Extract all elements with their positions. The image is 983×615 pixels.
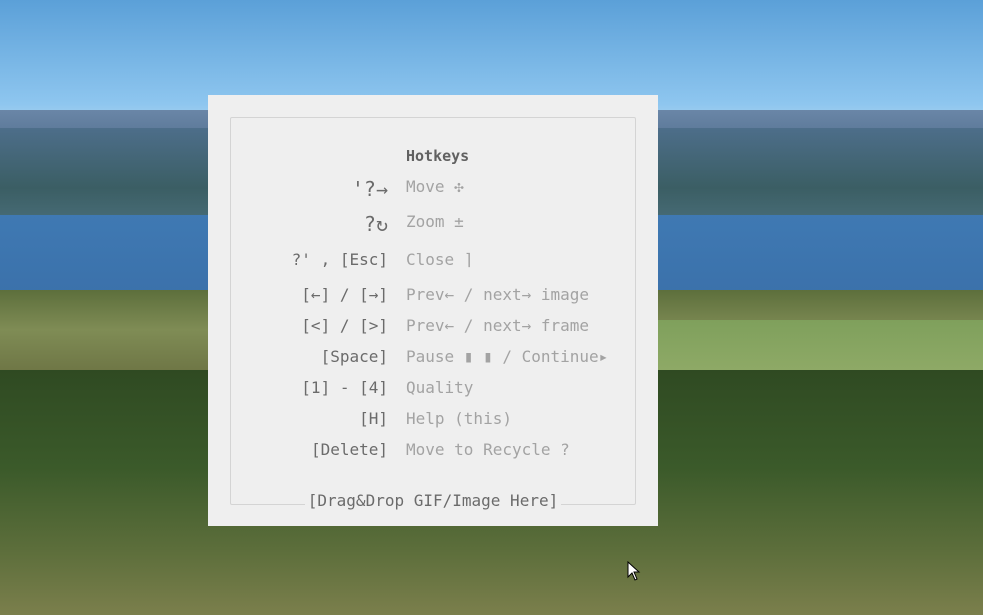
hotkey-row-pause: [Space] Pause ▮ ▮ / Continue▸	[208, 347, 658, 371]
hotkeys-title: Hotkeys	[406, 147, 470, 165]
close-icon: ⌉	[463, 250, 474, 269]
mouse-cursor-icon	[627, 561, 641, 581]
zoom-desc: Zoom	[406, 212, 445, 231]
quality-desc: Quality	[406, 378, 474, 397]
drop-zone-text: [Drag&Drop GIF/Image Here]	[304, 491, 562, 510]
hotkey-row-delete: [Delete] Move to Recycle ?	[208, 440, 658, 464]
hotkeys-dialog[interactable]: Hotkeys '?→ Move ✣ ?↻ Zoom ± ?' , [Esc] …	[208, 95, 658, 526]
hotkey-row-frame-nav: [<] / [>] Prev← / next→ frame	[208, 316, 658, 340]
hotkey-row-help: [H] Help (this)	[208, 409, 658, 433]
quality-key: [1] - [4]	[301, 378, 388, 397]
frame-nav-desc: Prev← / next→ frame	[406, 316, 590, 335]
move-key: '?→	[351, 177, 388, 201]
hotkey-row-quality: [1] - [4] Quality	[208, 378, 658, 402]
help-key: [H]	[359, 409, 388, 428]
move-desc: Move	[406, 177, 445, 196]
delete-key: [Delete]	[310, 440, 388, 459]
zoom-key: ?↻	[363, 212, 388, 236]
move-icon: ✣	[454, 177, 464, 196]
recycle-icon: ?	[560, 440, 570, 459]
help-desc: Help (this)	[406, 409, 512, 428]
image-nav-key: [←] / [→]	[301, 285, 388, 304]
close-desc: Close	[406, 250, 455, 269]
drop-zone-label[interactable]: [Drag&Drop GIF/Image Here]	[208, 491, 658, 510]
delete-desc: Move to Recycle	[406, 440, 551, 459]
hotkey-row-move: '?→ Move ✣	[208, 177, 658, 201]
hotkey-row-close: ?' , [Esc] Close ⌉	[208, 250, 658, 274]
hotkey-row-zoom: ?↻ Zoom ±	[208, 212, 658, 236]
pause-desc: Pause ▮ ▮ / Continue▸	[406, 347, 609, 366]
zoom-icon: ±	[454, 212, 464, 231]
image-nav-desc: Prev← / next→ image	[406, 285, 590, 304]
close-key: ?' , [Esc]	[291, 250, 388, 269]
hotkey-row-image-nav: [←] / [→] Prev← / next→ image	[208, 285, 658, 309]
pause-key: [Space]	[320, 347, 388, 366]
frame-nav-key: [<] / [>]	[301, 316, 388, 335]
